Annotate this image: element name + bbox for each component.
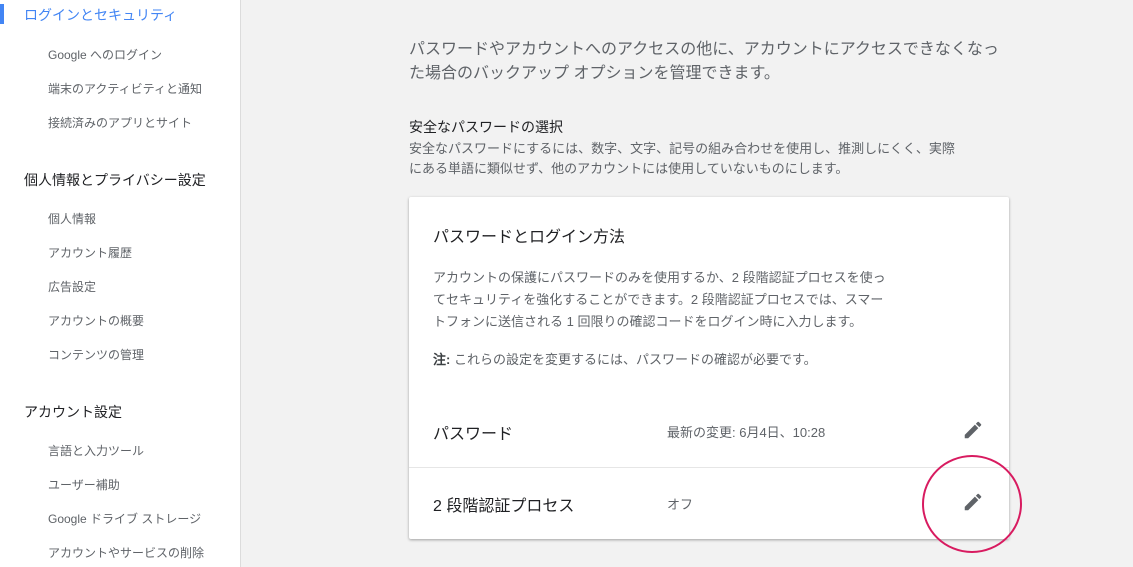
card-description: アカウントの保護にパスワードのみを使用するか、2 段階認証プロセスを使っ てセキ… bbox=[433, 267, 933, 333]
sidebar-item-signin-security[interactable]: ログインとセキュリティ bbox=[24, 5, 177, 25]
intro-text: パスワードやアカウントへのアクセスの他に、アカウントにアクセスできなくなっ た場… bbox=[409, 38, 1009, 86]
note-label: 注: bbox=[433, 352, 451, 367]
sidebar-item-delete-account[interactable]: アカウントやサービスの削除 bbox=[48, 544, 204, 561]
card-description-line: アカウントの保護にパスワードのみを使用するか、2 段階認証プロセスを使っ bbox=[433, 270, 886, 285]
password-label: パスワード bbox=[433, 426, 514, 443]
sidebar-item-google-signin[interactable]: Google へのログイン bbox=[48, 46, 162, 63]
sidebar-item-account-overview[interactable]: アカウントの概要 bbox=[48, 312, 144, 329]
edit-password-button[interactable] bbox=[959, 416, 987, 444]
card-note: 注: これらの設定を変更するには、パスワードの確認が必要です。 bbox=[433, 349, 973, 371]
section-title: 安全なパスワードの選択 bbox=[409, 119, 563, 135]
intro-line: た場合のバックアップ オプションを管理できます。 bbox=[409, 65, 780, 82]
section-description-line: にある単語に類似せず、他のアカウントには使用していないものにします。 bbox=[409, 161, 849, 176]
sidebar-item-device-activity[interactable]: 端末のアクティビティと通知 bbox=[48, 80, 202, 97]
note-text: これらの設定を変更するには、パスワードの確認が必要です。 bbox=[450, 352, 817, 367]
sidebar-item-connected-apps[interactable]: 接続済みのアプリとサイト bbox=[48, 114, 192, 131]
two-step-verification-row[interactable]: 2 段階認証プロセス オフ bbox=[409, 467, 1009, 537]
sidebar-item-personal-info[interactable]: 個人情報 bbox=[48, 210, 96, 227]
two-step-label: 2 段階認証プロセス bbox=[433, 498, 575, 515]
card-description-line: てセキュリティを強化することができます。2 段階認証プロセスでは、スマー bbox=[433, 292, 884, 307]
sidebar-item-content-management[interactable]: コンテンツの管理 bbox=[48, 346, 144, 363]
password-row[interactable]: パスワード 最新の変更: 6月4日、10:28 bbox=[409, 396, 1009, 466]
sidebar: ログインとセキュリティ Google へのログイン 端末のアクティビティと通知 … bbox=[0, 0, 241, 567]
password-last-changed: 最新の変更: 6月4日、10:28 bbox=[667, 425, 826, 440]
two-step-status: オフ bbox=[667, 497, 694, 512]
card-title: パスワードとログイン方法 bbox=[433, 229, 626, 246]
active-indicator bbox=[0, 4, 4, 24]
section-description: 安全なパスワードにするには、数字、文字、記号の組み合わせを使用し、推測しにくく、… bbox=[409, 139, 1009, 179]
sidebar-item-ad-settings[interactable]: 広告設定 bbox=[48, 278, 96, 295]
sidebar-item-account-preferences[interactable]: アカウント設定 bbox=[24, 402, 122, 422]
highlight-circle-annotation bbox=[922, 455, 1022, 553]
section-description-line: 安全なパスワードにするには、数字、文字、記号の組み合わせを使用し、推測しにくく、… bbox=[409, 141, 955, 156]
card-description-line: トフォンに送信される 1 回限りの確認コードをログイン時に入力します。 bbox=[433, 314, 863, 329]
intro-line: パスワードやアカウントへのアクセスの他に、アカウントにアクセスできなくなっ bbox=[409, 41, 999, 58]
sidebar-item-account-history[interactable]: アカウント履歴 bbox=[48, 244, 132, 261]
pencil-icon bbox=[964, 421, 982, 439]
sidebar-item-accessibility[interactable]: ユーザー補助 bbox=[48, 476, 120, 493]
sidebar-item-privacy[interactable]: 個人情報とプライバシー設定 bbox=[24, 170, 206, 190]
sidebar-item-language-input[interactable]: 言語と入力ツール bbox=[48, 442, 144, 459]
password-signin-card: パスワードとログイン方法 アカウントの保護にパスワードのみを使用するか、2 段階… bbox=[409, 197, 1009, 539]
sidebar-item-drive-storage[interactable]: Google ドライブ ストレージ bbox=[48, 510, 201, 527]
